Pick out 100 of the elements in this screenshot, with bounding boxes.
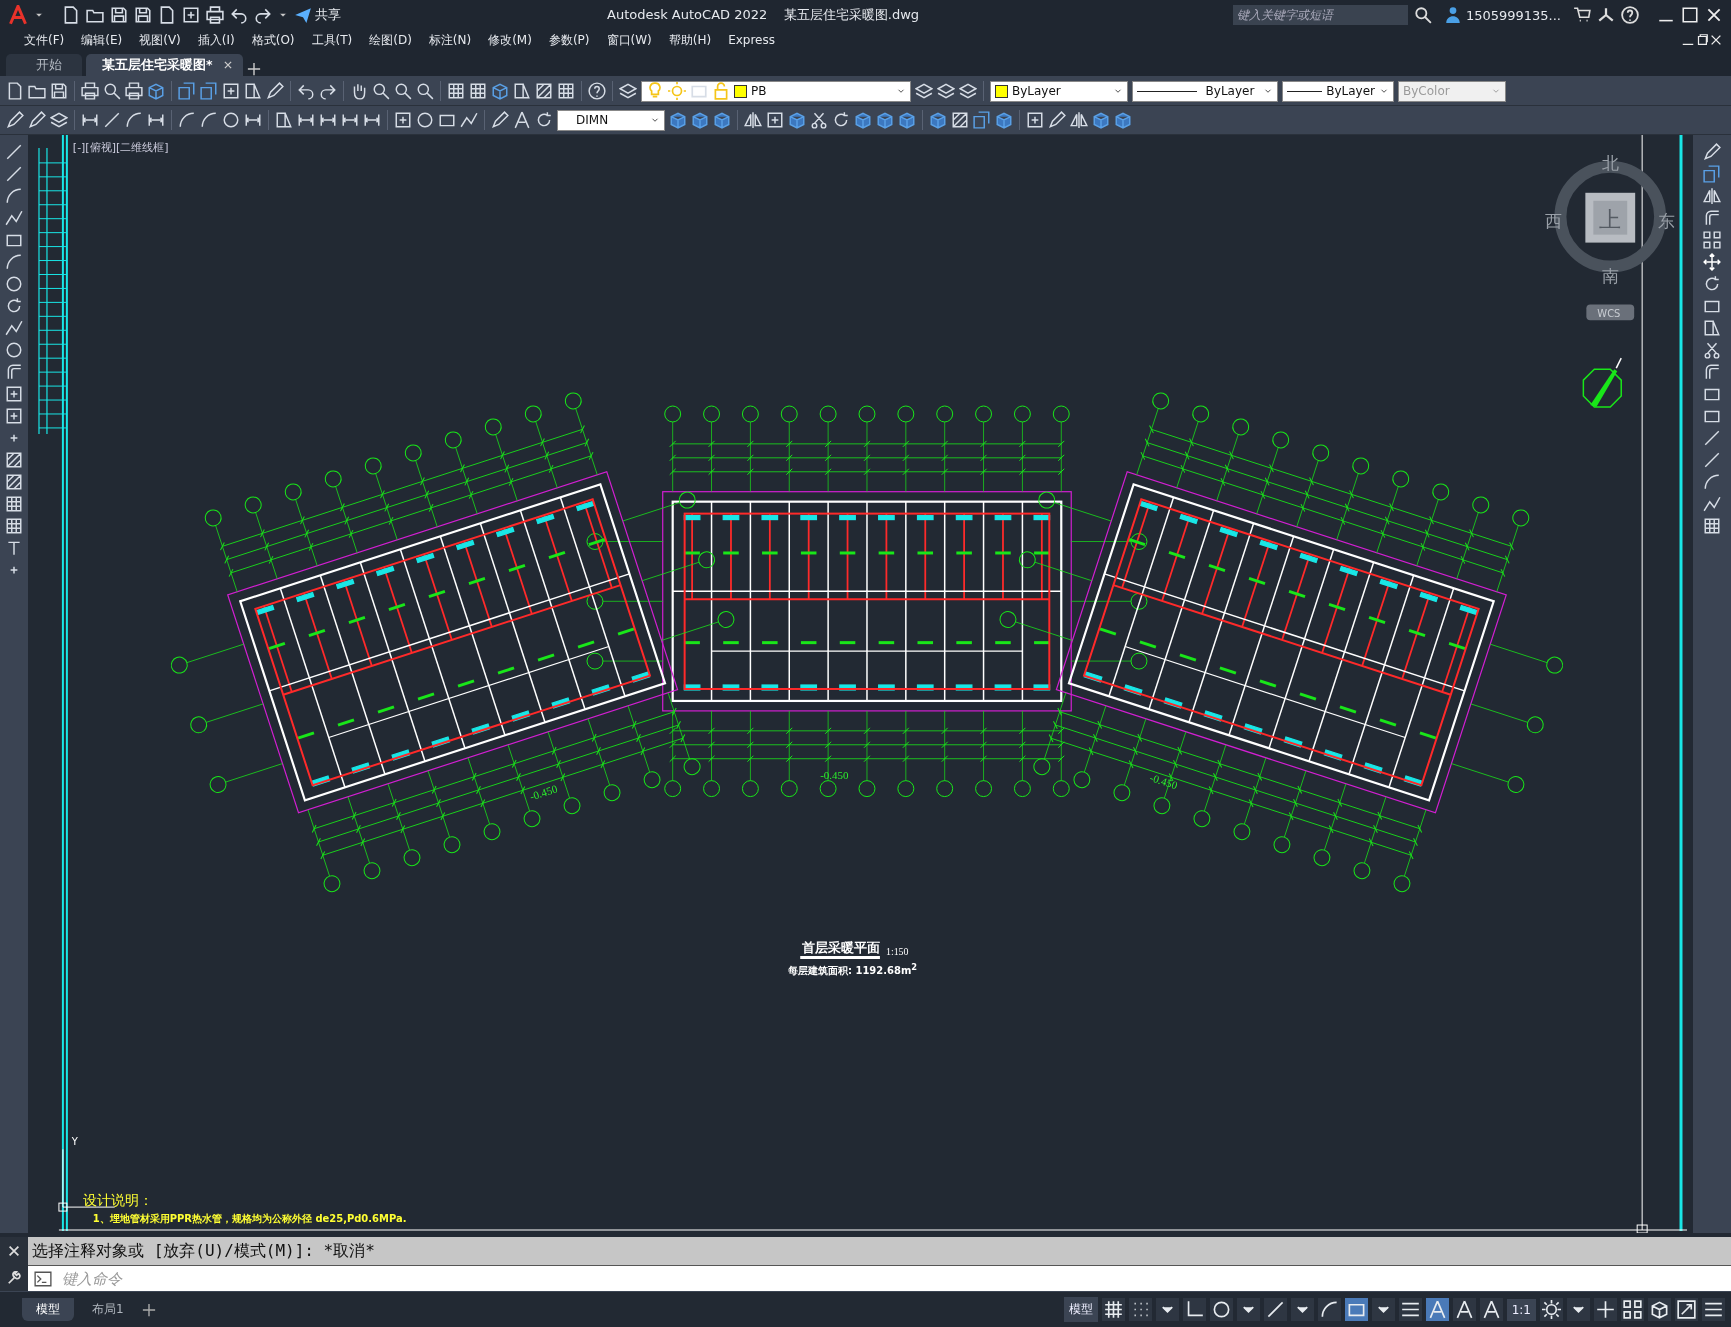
zoom-icon[interactable] <box>103 82 121 100</box>
menu-icon[interactable] <box>1702 1298 1725 1321</box>
polyline-icon[interactable] <box>1703 495 1721 513</box>
compass-label[interactable]: 南 <box>1601 266 1619 287</box>
dimension-icon[interactable] <box>319 111 337 129</box>
layers-icon[interactable] <box>915 82 933 100</box>
hatch-icon[interactable] <box>535 82 553 100</box>
arc-icon[interactable] <box>1317 1298 1341 1321</box>
dimension-icon[interactable] <box>363 111 381 129</box>
application-logo-icon[interactable] <box>8 5 28 25</box>
color-dropdown[interactable]: ByLayer <box>990 80 1128 102</box>
close-icon[interactable] <box>7 1244 21 1258</box>
table-icon[interactable] <box>447 82 465 100</box>
insert-block-icon[interactable] <box>1026 111 1044 129</box>
caret-icon[interactable] <box>1567 1298 1590 1321</box>
pencil-icon[interactable] <box>28 111 46 129</box>
scissors-icon[interactable] <box>810 111 828 129</box>
line-icon[interactable] <box>5 165 23 183</box>
rotate-icon[interactable] <box>5 297 23 315</box>
stretch-icon[interactable] <box>1703 319 1721 337</box>
pencil-icon[interactable] <box>1048 111 1066 129</box>
save-icon[interactable] <box>134 6 152 24</box>
dimension-icon[interactable] <box>244 111 262 129</box>
rotate-icon[interactable] <box>535 111 553 129</box>
menu-item[interactable]: 视图(V) <box>133 31 192 49</box>
layers-icon[interactable] <box>619 82 637 100</box>
text-tool-icon[interactable] <box>5 539 23 557</box>
cart-icon[interactable] <box>1573 6 1591 24</box>
menu-item[interactable]: 标注(N) <box>422 31 483 49</box>
plus-icon[interactable] <box>1594 1298 1617 1321</box>
grid-icon[interactable] <box>1101 1298 1125 1321</box>
menu-item[interactable]: 文件(F) <box>18 31 76 49</box>
save-icon[interactable] <box>110 6 128 24</box>
layers-icon[interactable] <box>50 111 68 129</box>
menu-item[interactable]: 格式(O) <box>245 31 306 49</box>
fullscreen-icon[interactable] <box>1675 1298 1698 1321</box>
dimension-style-dropdown[interactable]: DIMN <box>557 109 665 131</box>
compass-label[interactable]: 北 <box>1601 152 1619 173</box>
arc-icon[interactable] <box>5 187 23 205</box>
annotation-icon[interactable] <box>1452 1298 1476 1321</box>
terminal-icon[interactable] <box>34 1269 52 1288</box>
layout-tab[interactable]: 布局1 <box>78 1298 138 1321</box>
maximize-icon[interactable] <box>1681 6 1699 24</box>
pencil-icon[interactable] <box>1703 143 1721 161</box>
menu-item[interactable]: 工具(T) <box>305 31 364 49</box>
layers-icon[interactable] <box>959 82 977 100</box>
menu-item[interactable]: 插入(I) <box>191 31 246 49</box>
table-icon[interactable] <box>1703 517 1721 535</box>
wrench-icon[interactable] <box>7 1271 21 1285</box>
caret-icon[interactable] <box>1290 1298 1314 1321</box>
array-icon[interactable] <box>1621 1298 1644 1321</box>
dimension-icon[interactable] <box>147 111 165 129</box>
lineweight-dropdown[interactable]: ByLayer <box>1282 80 1394 102</box>
line-icon[interactable] <box>1703 429 1721 447</box>
insert-block-icon[interactable] <box>5 407 23 425</box>
caret-icon[interactable] <box>1236 1298 1260 1321</box>
restore-icon[interactable] <box>1695 33 1709 47</box>
line-icon[interactable] <box>5 143 23 161</box>
table-icon[interactable] <box>5 495 23 513</box>
annotation-scale-button[interactable]: 1:1 <box>1506 1298 1536 1321</box>
menu-item[interactable]: 修改(M) <box>482 31 543 49</box>
mirror-icon[interactable] <box>1703 187 1721 205</box>
line-icon[interactable] <box>103 111 121 129</box>
linetype-dropdown[interactable]: ByLayer <box>1132 80 1278 102</box>
mirror-icon[interactable] <box>744 111 762 129</box>
menu-item[interactable]: 窗口(W) <box>600 31 663 49</box>
model-space-button[interactable]: 模型 <box>1063 1297 1098 1322</box>
copy-icon[interactable] <box>200 82 218 100</box>
mirror-icon[interactable] <box>1070 111 1088 129</box>
stretch-icon[interactable] <box>275 111 293 129</box>
save-icon[interactable] <box>50 82 68 100</box>
pencil-icon[interactable] <box>491 111 509 129</box>
new-tab-icon[interactable] <box>246 62 261 76</box>
compass-label[interactable]: 东 <box>1657 210 1675 231</box>
array-icon[interactable] <box>1703 231 1721 249</box>
arc-icon[interactable] <box>1703 473 1721 491</box>
printer-icon[interactable] <box>206 6 224 24</box>
new-file-icon[interactable] <box>62 6 80 24</box>
polyline-icon[interactable] <box>5 319 23 337</box>
annotation-icon[interactable] <box>1425 1298 1449 1321</box>
arc-icon[interactable] <box>5 253 23 271</box>
close-icon[interactable] <box>1705 6 1723 24</box>
pencil-icon[interactable] <box>266 82 284 100</box>
file-tab[interactable]: 某五层住宅采暖图* <box>86 54 243 76</box>
polyline-icon[interactable] <box>460 111 478 129</box>
offset-icon[interactable] <box>1703 363 1721 381</box>
help-icon[interactable] <box>588 82 606 100</box>
undo-icon[interactable] <box>297 82 315 100</box>
hatch-icon[interactable] <box>951 111 969 129</box>
copy-icon[interactable] <box>973 111 991 129</box>
close-icon[interactable] <box>222 60 233 70</box>
offset-icon[interactable] <box>1703 209 1721 227</box>
help-icon[interactable] <box>1621 6 1639 24</box>
insert-block-icon[interactable] <box>394 111 412 129</box>
share-button[interactable]: 共享 <box>294 6 341 24</box>
table-icon[interactable] <box>557 82 575 100</box>
undo-icon[interactable] <box>230 6 248 24</box>
pencil-icon[interactable] <box>6 111 24 129</box>
menu-item[interactable]: 参数(P) <box>542 31 601 49</box>
zoom-icon[interactable] <box>394 82 412 100</box>
